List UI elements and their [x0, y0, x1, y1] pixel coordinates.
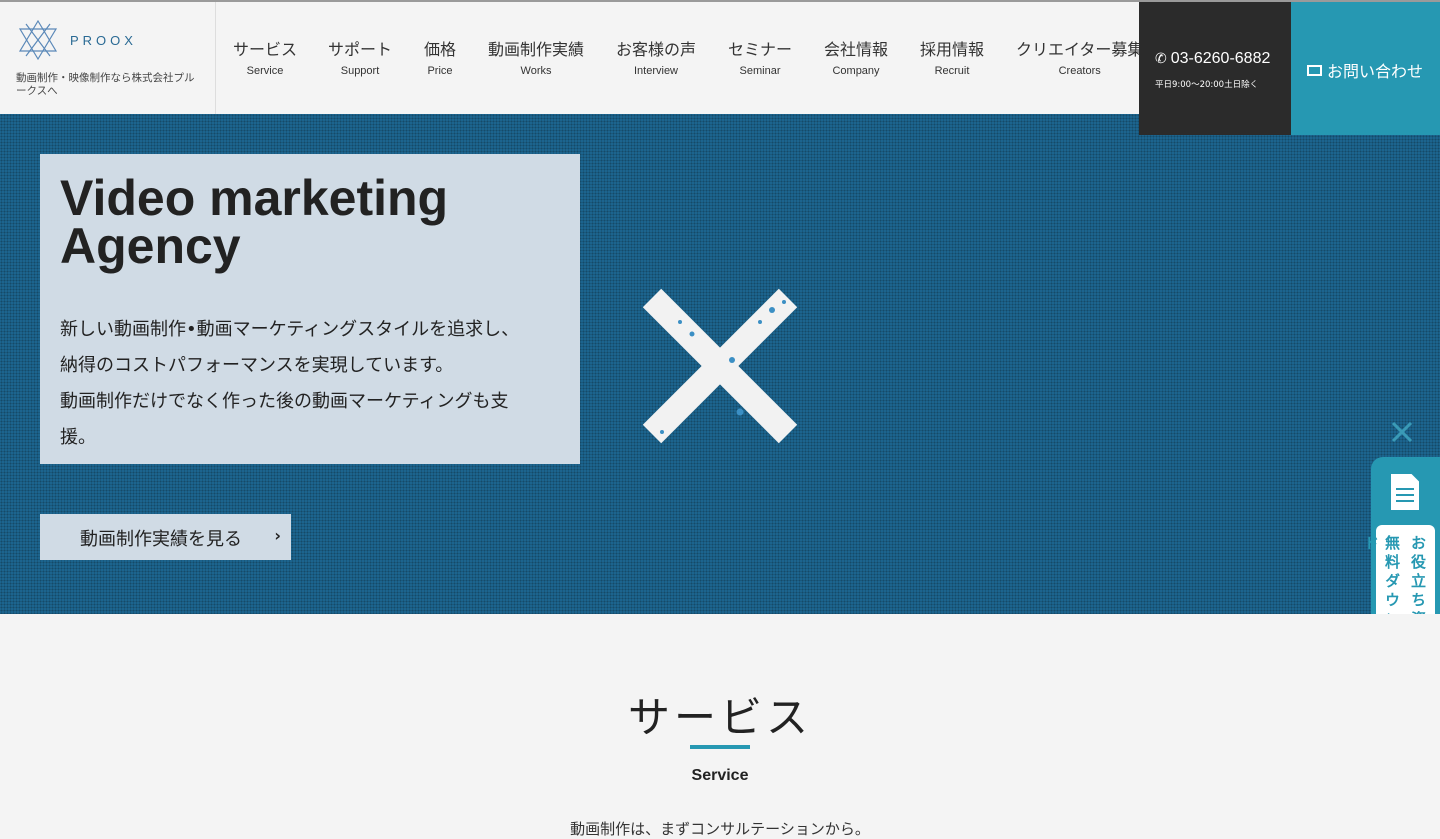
phone-hours: 平日9:00〜20:00土日除く	[1155, 80, 1259, 90]
service-subtitle: Service	[691, 767, 749, 784]
nav-label: 採用情報	[920, 40, 985, 59]
phone-contact[interactable]: ✆ 03-6260-6882 平日9:00〜20:00土日除く	[1139, 2, 1291, 135]
brand-tagline: 動画制作・映像制作なら株式会社プルークスへ	[16, 72, 195, 97]
nav-label: サービス	[233, 40, 298, 59]
nav-item-creators[interactable]: クリエイター募集 Creators	[1016, 36, 1143, 77]
chevron-right-icon: ›	[274, 526, 281, 545]
mail-icon	[1307, 65, 1322, 76]
nav-sublabel: Company	[832, 65, 880, 77]
phone-icon: ✆	[1155, 50, 1167, 66]
close-icon[interactable]	[1390, 420, 1414, 444]
logo-text: PROOX	[70, 33, 137, 48]
nav-sublabel: Price	[427, 65, 453, 77]
hero-section: Video marketing Agency 新しい動画制作•動画マーケティング…	[0, 114, 1440, 614]
nav-sublabel: Recruit	[934, 65, 970, 77]
hero-body: 新しい動画制作•動画マーケティングスタイルを追求し、 納得のコストパフォーマンス…	[60, 312, 550, 456]
phone-number: 03-6260-6882	[1170, 50, 1271, 67]
nav-sublabel: Support	[340, 65, 380, 77]
service-section: サービス Service 動画制作は、まずコンサルテーションから。	[0, 614, 1440, 839]
nav-label: 動画制作実績	[488, 40, 585, 59]
nav-label: 会社情報	[824, 40, 889, 59]
service-title: サービス	[627, 693, 812, 742]
service-title-underline	[690, 745, 750, 749]
nav-item-service[interactable]: サービス Service	[233, 36, 297, 77]
nav-sublabel: Creators	[1058, 65, 1101, 77]
hero-title: Video marketing Agency	[60, 170, 449, 274]
hero-card: Video marketing Agency 新しい動画制作•動画マーケティング…	[40, 154, 580, 464]
view-works-label: 動画制作実績を見る	[80, 529, 242, 550]
nav-label: セミナー	[728, 40, 793, 59]
nav-item-company[interactable]: 会社情報 Company	[824, 36, 888, 77]
nav-item-seminar[interactable]: セミナー Seminar	[728, 36, 792, 77]
nav-sublabel: Service	[246, 65, 284, 77]
nav-sublabel: Works	[520, 65, 552, 77]
nav-label: クリエイター募集	[1016, 40, 1144, 59]
service-description: 動画制作は、まずコンサルテーションから。	[570, 820, 870, 838]
nav-sublabel: Seminar	[739, 65, 781, 77]
document-icon	[1389, 472, 1421, 512]
hero-body-line: 納得のコストパフォーマンスを実現しています。	[60, 355, 454, 376]
hero-x-graphic	[642, 288, 798, 444]
main-nav: サービス Service サポート Support 価格 Price 動画制作実…	[216, 2, 1143, 114]
nav-label: サポート	[328, 40, 393, 59]
phone-number-line: ✆ 03-6260-6882	[1155, 50, 1270, 68]
nav-item-price[interactable]: 価格 Price	[424, 36, 456, 77]
view-works-button[interactable]: 動画制作実績を見る ›	[40, 514, 291, 560]
nav-item-support[interactable]: サポート Support	[328, 36, 392, 77]
nav-sublabel: Interview	[633, 65, 679, 77]
nav-item-recruit[interactable]: 採用情報 Recruit	[920, 36, 984, 77]
nav-label: 価格	[424, 40, 457, 59]
nav-item-interview[interactable]: お客様の声 Interview	[616, 36, 696, 77]
hero-body-line: 新しい動画制作•動画マーケティングスタイルを追求し、	[60, 319, 520, 340]
hero-body-line: 援。	[60, 427, 96, 448]
contact-label: お問い合わせ	[1327, 62, 1424, 81]
contact-button[interactable]: お問い合わせ	[1291, 2, 1440, 135]
brand[interactable]: PROOX 動画制作・映像制作なら株式会社プルークスへ	[0, 2, 216, 114]
nav-label: お客様の声	[616, 40, 697, 59]
hero-body-line: 動画制作だけでなく作った後の動画マーケティングも支	[60, 391, 509, 412]
proox-logo-icon	[18, 19, 58, 61]
contact-label-line: お問い合わせ	[1307, 58, 1423, 82]
nav-item-works[interactable]: 動画制作実績 Works	[488, 36, 584, 77]
